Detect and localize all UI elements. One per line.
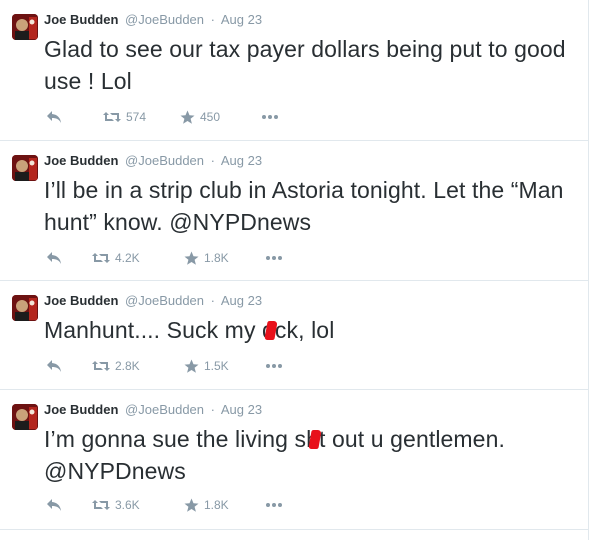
reply-button[interactable] xyxy=(46,358,62,374)
retweet-icon xyxy=(103,110,121,124)
star-icon xyxy=(184,251,199,266)
more-button[interactable] xyxy=(265,497,283,513)
retweet-count: 3.6K xyxy=(115,498,140,512)
retweet-count: 2.8K xyxy=(115,359,140,373)
favorite-button[interactable]: 1.5K xyxy=(184,358,229,374)
favorite-button[interactable]: 450 xyxy=(180,109,220,125)
more-icon xyxy=(261,114,279,120)
star-icon xyxy=(184,359,199,374)
tweet-text-part: ck, lol xyxy=(274,317,335,343)
separator: · xyxy=(210,402,215,417)
star-icon xyxy=(180,110,195,125)
tweet-timeline: Joe Budden @JoeBudden · Aug 23 Glad to s… xyxy=(0,0,589,540)
author-fullname[interactable]: Joe Budden xyxy=(44,293,118,308)
author-fullname[interactable]: Joe Budden xyxy=(44,402,118,417)
reply-icon xyxy=(46,359,62,373)
tweet[interactable]: Joe Budden @JoeBudden · Aug 23 Glad to s… xyxy=(0,0,588,141)
tweet-timestamp[interactable]: Aug 23 xyxy=(221,402,262,417)
author-username[interactable]: @JoeBudden xyxy=(125,402,204,417)
reply-button[interactable] xyxy=(46,109,62,125)
separator: · xyxy=(210,12,215,27)
more-button[interactable] xyxy=(261,109,279,125)
more-button[interactable] xyxy=(265,250,283,266)
avatar[interactable] xyxy=(12,14,38,40)
more-icon xyxy=(265,363,283,369)
retweet-icon xyxy=(92,359,110,373)
author-fullname[interactable]: Joe Budden xyxy=(44,12,118,27)
retweet-count: 4.2K xyxy=(115,251,140,265)
tweet-text-part: I’m gonna sue the living sh xyxy=(44,426,320,452)
retweet-button[interactable]: 4.2K xyxy=(92,250,140,266)
tweet-timestamp[interactable]: Aug 23 xyxy=(221,153,262,168)
tweet-text-part: Manhunt.... Suck my d xyxy=(44,317,275,343)
author-username[interactable]: @JoeBudden xyxy=(125,293,204,308)
tweet-text: Glad to see our tax payer dollars being … xyxy=(44,36,566,94)
retweet-icon xyxy=(92,498,110,512)
avatar[interactable] xyxy=(12,295,38,321)
favorite-button[interactable]: 1.8K xyxy=(184,497,229,513)
avatar[interactable] xyxy=(12,404,38,430)
favorite-button[interactable]: 1.8K xyxy=(184,250,229,266)
favorite-count: 450 xyxy=(200,110,221,124)
tweet-header: Joe Budden @JoeBudden · Aug 23 xyxy=(44,293,262,309)
separator: · xyxy=(210,293,215,308)
reply-button[interactable] xyxy=(46,497,62,513)
tweet[interactable]: Joe Budden @JoeBudden · Aug 23 I’m gonna… xyxy=(0,390,588,530)
tweet-header: Joe Budden @JoeBudden · Aug 23 xyxy=(44,402,262,418)
favorite-count: 1.8K xyxy=(204,251,229,265)
tweet-text: I’m gonna sue the living sh t out u gentl… xyxy=(44,423,574,487)
tweet-text: Manhunt.... Suck my d ck, lol xyxy=(44,314,574,346)
tweet-header: Joe Budden @JoeBudden · Aug 23 xyxy=(44,12,262,28)
star-icon xyxy=(184,498,199,513)
more-button[interactable] xyxy=(265,358,283,374)
favorite-count: 1.5K xyxy=(204,359,229,373)
tweet[interactable]: Joe Budden @JoeBudden · Aug 23 I’ll be i… xyxy=(0,141,588,281)
tweet-header: Joe Budden @JoeBudden · Aug 23 xyxy=(44,153,262,169)
author-username[interactable]: @JoeBudden xyxy=(125,153,204,168)
retweet-icon xyxy=(92,251,110,265)
reply-icon xyxy=(46,498,62,512)
author-username[interactable]: @JoeBudden xyxy=(125,12,204,27)
retweet-button[interactable]: 2.8K xyxy=(92,358,140,374)
retweet-count: 574 xyxy=(126,110,147,124)
reply-button[interactable] xyxy=(46,250,62,266)
retweet-button[interactable]: 574 xyxy=(103,109,146,125)
favorite-count: 1.8K xyxy=(204,498,229,512)
tweet[interactable]: Joe Budden @JoeBudden · Aug 23 Manhunt..… xyxy=(0,281,588,390)
tweet-timestamp[interactable]: Aug 23 xyxy=(221,12,262,27)
tweet-text: I’ll be in a strip club in Astoria tonig… xyxy=(44,177,564,235)
avatar[interactable] xyxy=(12,155,38,181)
more-icon xyxy=(265,255,283,261)
separator: · xyxy=(210,153,215,168)
author-fullname[interactable]: Joe Budden xyxy=(44,153,118,168)
reply-icon xyxy=(46,110,62,124)
reply-icon xyxy=(46,251,62,265)
more-icon xyxy=(265,502,283,508)
retweet-button[interactable]: 3.6K xyxy=(92,497,140,513)
tweet-timestamp[interactable]: Aug 23 xyxy=(221,293,262,308)
